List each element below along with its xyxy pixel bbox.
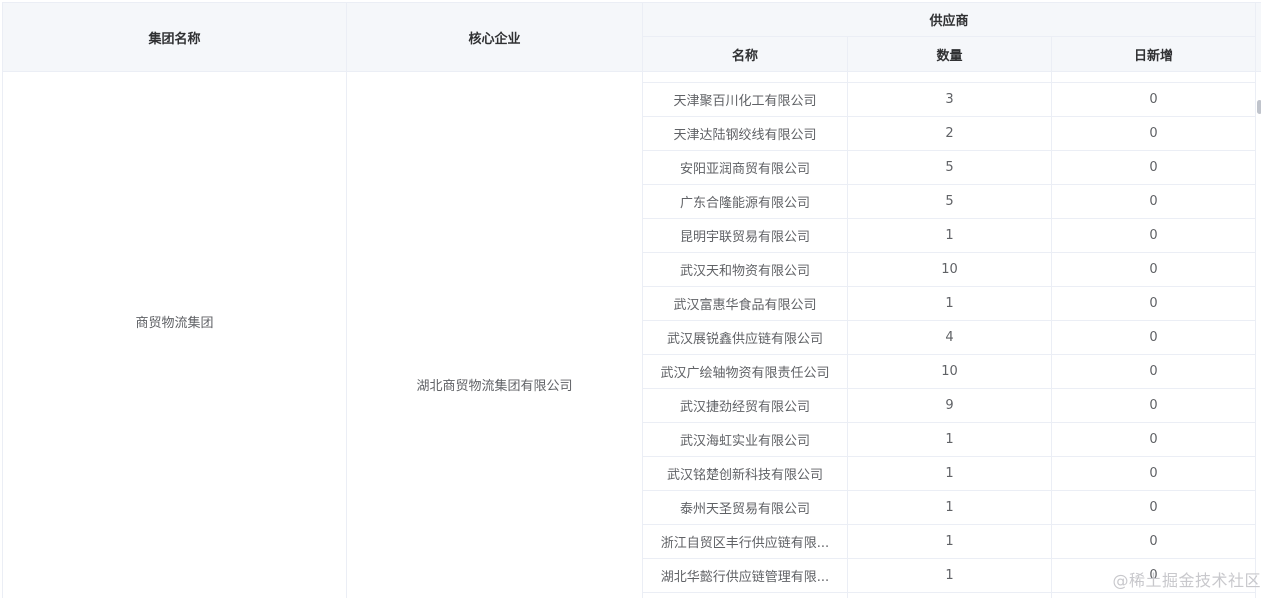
table-header: 集团名称 核心企业 供应商 名称 数量 日新增	[3, 3, 1261, 72]
table-row[interactable]: 浙江自贸区丰行供应链有限... 10	[643, 525, 1256, 559]
table-row[interactable]: 武汉捷劲经贸有限公司 90	[643, 389, 1256, 423]
supplier-name-text: 天津达陆钢绞线有限公司	[673, 124, 816, 143]
table-row[interactable]: 泰州天圣贸易有限公司 10	[643, 491, 1256, 525]
table-body[interactable]: 商贸物流集团 湖北商贸物流集团有限公司 天津聚百川化工有限公司30天津达陆钢绞线…	[3, 72, 1256, 598]
table-row[interactable]: 广东合隆能源有限公司 50	[643, 185, 1256, 219]
supplier-daily-new-cell: 0	[1052, 253, 1256, 286]
table-row[interactable]: 武汉广绘轴物资有限责任公司 100	[643, 355, 1256, 389]
supplier-name-cell: 泰州天圣贸易有限公司	[643, 491, 848, 524]
supplier-count-cell: 5	[848, 151, 1052, 184]
supplier-name-cell: 武汉捷劲经贸有限公司	[643, 389, 848, 422]
supplier-count-cell: 1	[848, 491, 1052, 524]
header-group-name: 集团名称	[3, 3, 347, 71]
supplier-name-cell: 武汉天和物资有限公司	[643, 253, 848, 286]
supplier-table: 集团名称 核心企业 供应商 名称 数量 日新增 商贸物流集团 湖北商贸物流集团有…	[2, 2, 1261, 598]
supplier-name-text: 湖北华懿行供应链管理有限...	[661, 566, 829, 585]
group-name-cell: 商贸物流集团	[3, 72, 347, 598]
supplier-name-text: 武汉天和物资有限公司	[680, 260, 810, 279]
supplier-count-cell: 10	[848, 253, 1052, 286]
supplier-count-cell: 4	[848, 321, 1052, 354]
supplier-name-text: 武汉广绘轴物资有限责任公司	[660, 362, 829, 381]
table-row[interactable]: 武汉天和物资有限公司 100	[643, 253, 1256, 287]
header-supplier-name: 名称	[643, 37, 848, 71]
supplier-count-cell: 1	[848, 219, 1052, 252]
supplier-name-text: 广东合隆能源有限公司	[680, 192, 810, 211]
scrollbar-thumb[interactable]	[1257, 100, 1261, 114]
table-row[interactable]: 安阳亚润商贸有限公司 50	[643, 151, 1256, 185]
supplier-daily-new-cell: 0	[1052, 457, 1256, 490]
table-row-partial	[643, 593, 1256, 598]
supplier-daily-new-cell: 0	[1052, 185, 1256, 218]
core-company-cell: 湖北商贸物流集团有限公司	[347, 72, 643, 598]
supplier-count-cell: 1	[848, 559, 1052, 592]
table-row[interactable]: 天津达陆钢绞线有限公司 20	[643, 117, 1256, 151]
supplier-name-cell: 浙江自贸区丰行供应链有限...	[643, 525, 848, 558]
supplier-name-text: 武汉铭楚创新科技有限公司	[667, 464, 823, 483]
table-row[interactable]: 武汉展锐鑫供应链有限公司 40	[643, 321, 1256, 355]
supplier-name-cell: 天津达陆钢绞线有限公司	[643, 117, 848, 150]
vertical-scrollbar[interactable]	[1256, 72, 1261, 598]
supplier-name-text: 武汉捷劲经贸有限公司	[680, 396, 810, 415]
supplier-daily-new-cell: 0	[1052, 423, 1256, 456]
table-row-partial	[643, 72, 1256, 83]
header-supplier-count: 数量	[848, 37, 1052, 71]
supplier-name-text: 昆明宇联贸易有限公司	[680, 226, 810, 245]
supplier-name-cell: 武汉广绘轴物资有限责任公司	[643, 355, 848, 388]
supplier-name-cell: 天津聚百川化工有限公司	[643, 83, 848, 116]
supplier-count-cell: 1	[848, 287, 1052, 320]
supplier-name-text: 武汉海虹实业有限公司	[680, 430, 810, 449]
supplier-count-cell: 9	[848, 389, 1052, 422]
supplier-name-text: 安阳亚润商贸有限公司	[680, 158, 810, 177]
supplier-daily-new-cell: 0	[1052, 355, 1256, 388]
supplier-count-cell: 5	[848, 185, 1052, 218]
header-core-company: 核心企业	[347, 3, 643, 71]
supplier-count-cell: 10	[848, 355, 1052, 388]
supplier-daily-new-cell: 0	[1052, 389, 1256, 422]
supplier-name-text: 浙江自贸区丰行供应链有限...	[661, 532, 829, 551]
supplier-count-cell: 1	[848, 525, 1052, 558]
supplier-count-cell: 2	[848, 117, 1052, 150]
supplier-name-cell: 武汉海虹实业有限公司	[643, 423, 848, 456]
table-row[interactable]: 昆明宇联贸易有限公司 10	[643, 219, 1256, 253]
supplier-name-cell: 湖北华懿行供应链管理有限...	[643, 559, 848, 592]
supplier-daily-new-cell: 0	[1052, 83, 1256, 116]
supplier-daily-new-cell: 0	[1052, 219, 1256, 252]
supplier-daily-new-cell: 0	[1052, 151, 1256, 184]
table-row[interactable]: 武汉铭楚创新科技有限公司 10	[643, 457, 1256, 491]
supplier-name-text: 武汉展锐鑫供应链有限公司	[667, 328, 823, 347]
supplier-rows[interactable]: 天津聚百川化工有限公司30天津达陆钢绞线有限公司20安阳亚润商贸有限公司50广东…	[643, 72, 1256, 598]
supplier-name-text: 武汉富惠华食品有限公司	[673, 294, 816, 313]
supplier-name-cell: 昆明宇联贸易有限公司	[643, 219, 848, 252]
supplier-daily-new-cell: 0	[1052, 491, 1256, 524]
table-row[interactable]: 武汉富惠华食品有限公司 10	[643, 287, 1256, 321]
supplier-count-cell: 3	[848, 83, 1052, 116]
supplier-daily-new-cell: 0	[1052, 117, 1256, 150]
header-supplier-daily-new: 日新增	[1052, 37, 1256, 71]
supplier-name-cell: 武汉铭楚创新科技有限公司	[643, 457, 848, 490]
watermark: @稀土掘金技术社区	[1112, 567, 1261, 591]
supplier-count-cell: 1	[848, 457, 1052, 490]
supplier-daily-new-cell: 0	[1052, 525, 1256, 558]
supplier-daily-new-cell: 0	[1052, 321, 1256, 354]
supplier-daily-new-cell: 0	[1052, 287, 1256, 320]
supplier-name-text: 天津聚百川化工有限公司	[673, 90, 816, 109]
supplier-count-cell: 1	[848, 423, 1052, 456]
supplier-name-cell: 广东合隆能源有限公司	[643, 185, 848, 218]
supplier-name-text: 泰州天圣贸易有限公司	[680, 498, 810, 517]
supplier-name-cell: 安阳亚润商贸有限公司	[643, 151, 848, 184]
header-supplier: 供应商	[643, 3, 1256, 37]
supplier-name-cell: 武汉富惠华食品有限公司	[643, 287, 848, 320]
supplier-name-cell: 武汉展锐鑫供应链有限公司	[643, 321, 848, 354]
table-row[interactable]: 武汉海虹实业有限公司 10	[643, 423, 1256, 457]
table-row[interactable]: 天津聚百川化工有限公司 30	[643, 83, 1256, 117]
